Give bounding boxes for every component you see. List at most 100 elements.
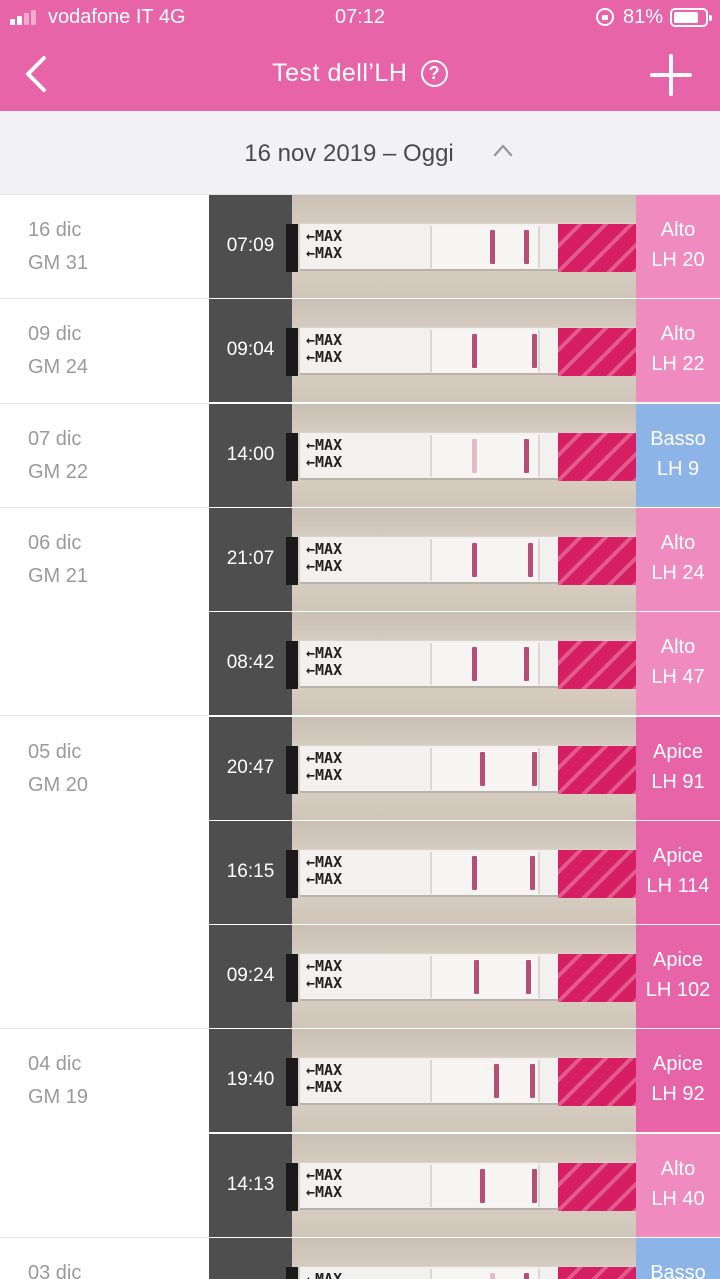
lh-result-badge: Apice LH 114	[636, 820, 720, 924]
day-date: 04 dic	[28, 1053, 82, 1076]
test-strip-photo[interactable]: ←MAX←MAX	[286, 403, 636, 507]
lh-level: Basso	[650, 427, 706, 450]
strip-handle	[286, 1267, 298, 1279]
test-row[interactable]: 20:47 ←MAX ←MAX Apice LH 91	[209, 716, 720, 821]
test-row[interactable]: 08:42 ←MAX ←MAX Alto LH 47	[209, 612, 720, 717]
test-line	[472, 647, 477, 682]
test-row[interactable]: 21:07 ←MAX ←MAX Alto LH 24	[209, 507, 720, 612]
strip-brand-tab	[558, 432, 636, 481]
test-line	[472, 542, 477, 577]
test-strip-photo[interactable]: ←MAX←MAX	[286, 925, 636, 1029]
strip-result-window	[430, 538, 540, 581]
test-strip-photo[interactable]: ←MAX←MAX	[286, 1133, 636, 1237]
lh-value: LH 20	[651, 249, 705, 271]
control-line	[530, 855, 535, 890]
test-time-column: 08:42	[209, 612, 292, 716]
test-row[interactable]: ←MAX←MAX Basso	[209, 1238, 720, 1279]
strip-brand-tab	[558, 745, 636, 794]
lh-value: LH 22	[651, 353, 705, 376]
control-line	[526, 960, 531, 995]
test-row[interactable]: 14:13 ←MAX ←MAX Alto LH 40	[209, 1133, 720, 1238]
cycle-day-label: GM 21	[28, 564, 89, 587]
test-row[interactable]: 19:40 ←MAX ←MAX Apice LH 92	[209, 1029, 720, 1134]
plus-icon	[650, 54, 692, 96]
strip-brand-tab	[558, 328, 636, 377]
strip-handle	[286, 224, 298, 272]
test-time-column: 16:15	[209, 820, 292, 924]
test-strip: ←MAX←MAX	[286, 1057, 636, 1107]
chevron-up-icon[interactable]	[492, 143, 514, 157]
test-row[interactable]: 09:04 ←MAX ←MAX Alto LH 22	[209, 299, 720, 404]
strip-result-window	[430, 851, 540, 894]
strip-max-label: ←MAX←MAX	[306, 1165, 343, 1201]
test-time: 19:40	[226, 1069, 275, 1091]
test-time: 09:04	[226, 339, 275, 361]
cycle-day-label: GM 19	[28, 1086, 89, 1109]
test-row[interactable]: 09:24 ←MAX ←MAX Apice LH 102	[209, 925, 720, 1030]
date-range-label: 16 nov 2019 – Oggi	[244, 140, 454, 167]
test-strip: ←MAX←MAX	[286, 535, 636, 585]
lh-result-badge: Apice LH 102	[636, 925, 720, 1029]
test-line	[494, 1064, 499, 1099]
lh-value: LH 24	[651, 561, 705, 584]
control-line	[532, 751, 537, 786]
control-line	[524, 1273, 529, 1279]
strip-max-label: ←MAX←MAX	[306, 748, 343, 784]
test-strip-photo[interactable]: ←MAX←MAX	[286, 1029, 636, 1133]
lh-level: Apice	[652, 1053, 704, 1076]
test-strip-photo[interactable]: ←MAX←MAX	[286, 716, 636, 820]
day-date: 03 dic	[28, 1262, 82, 1279]
control-line	[524, 647, 529, 682]
test-strip-photo[interactable]: ←MAX←MAX	[286, 507, 636, 611]
strip-brand-tab	[558, 641, 636, 690]
lh-level: Apice	[652, 949, 704, 972]
test-strip-photo[interactable]: ←MAX←MAX	[286, 195, 636, 298]
strip-result-window	[430, 1060, 540, 1103]
day-date: 05 dic	[28, 740, 82, 763]
test-line	[474, 960, 479, 995]
test-strip-photo[interactable]: ←MAX←MAX	[286, 820, 636, 924]
day-group: 09 dic GM 24	[0, 299, 209, 404]
day-group: 06 dic GM 21	[0, 507, 209, 717]
day-group: 07 dic GM 22	[0, 403, 209, 508]
lh-result-badge: Alto LH 22	[636, 299, 720, 403]
lh-level: Alto	[660, 1157, 696, 1180]
test-time: 08:42	[226, 652, 275, 674]
day-group: 05 dic GM 20	[0, 716, 209, 1030]
lh-level: Basso	[650, 1262, 706, 1279]
test-row[interactable]: 07:09 ←MAX ←MAX Alto LH 20	[209, 195, 720, 299]
lh-value: LH 114	[646, 874, 710, 897]
strip-max-label: ←MAX←MAX	[306, 852, 343, 888]
control-line	[532, 334, 537, 369]
test-line	[472, 334, 477, 369]
test-row[interactable]: 16:15 ←MAX ←MAX Apice LH 114	[209, 820, 720, 925]
test-line	[490, 1273, 495, 1279]
test-strip-photo[interactable]: ←MAX←MAX	[286, 1238, 636, 1279]
strip-handle	[286, 432, 298, 481]
lh-level: Apice	[652, 844, 704, 867]
date-range-selector[interactable]: 16 nov 2019 – Oggi	[0, 111, 720, 195]
cycle-day-label: GM 22	[28, 460, 89, 483]
test-time-column	[209, 1238, 292, 1279]
test-row[interactable]: 14:00 ←MAX ←MAX Basso LH 9	[209, 403, 720, 508]
test-strip: ←MAX←MAX	[286, 431, 636, 481]
rotation-lock-icon	[596, 8, 614, 26]
strip-result-window	[430, 747, 540, 790]
add-test-button[interactable]	[648, 52, 694, 98]
strip-handle	[286, 954, 298, 1003]
test-time-column: 21:07	[209, 507, 292, 611]
test-strip: ←MAX←MAX	[286, 953, 636, 1003]
status-bar: vodafone IT 4G 07:12 81%	[0, 0, 720, 34]
help-icon[interactable]: ?	[420, 59, 448, 87]
test-strip: ←MAX←MAX	[286, 223, 636, 272]
strip-result-window	[430, 1269, 540, 1279]
strip-handle	[286, 849, 298, 898]
control-line	[524, 230, 529, 264]
lh-result-badge: Apice LH 91	[636, 716, 720, 820]
lh-result-badge: Alto LH 40	[636, 1133, 720, 1237]
test-line	[480, 1168, 485, 1203]
test-strip-photo[interactable]: ←MAX←MAX	[286, 612, 636, 716]
control-line	[530, 1064, 535, 1099]
test-strip-photo[interactable]: ←MAX←MAX	[286, 299, 636, 403]
lh-level: Alto	[660, 323, 696, 346]
